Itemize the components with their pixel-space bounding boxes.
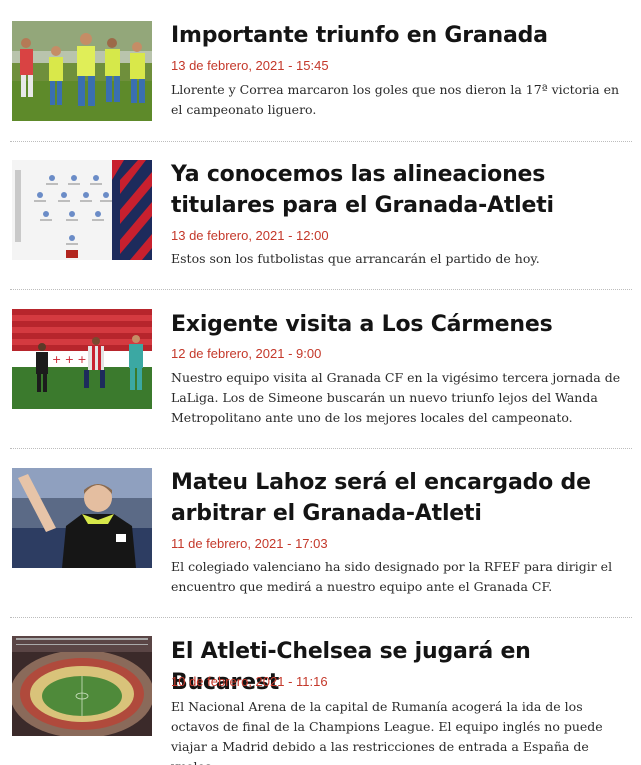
- separator: [10, 289, 632, 290]
- article-title[interactable]: Ya conocemos las alineaciones titulares …: [171, 159, 621, 221]
- article-thumbnail[interactable]: [12, 636, 152, 736]
- article-title[interactable]: Mateu Lahoz será el encargado de arbitra…: [171, 467, 621, 529]
- article-date: 11 de febrero, 2021 - 17:03: [171, 536, 328, 551]
- article-excerpt: Llorente y Correa marcaron los goles que…: [171, 82, 620, 117]
- separator: [10, 617, 632, 618]
- separator: [10, 448, 632, 449]
- separator: [10, 141, 632, 142]
- article-thumbnail[interactable]: [12, 468, 152, 568]
- article-title[interactable]: Exigente visita a Los Cármenes: [171, 309, 621, 340]
- referee-image: [12, 468, 152, 568]
- article-excerpt: El Nacional Arena de la capital de Ruman…: [171, 699, 603, 765]
- article-date: 10 de febrero, 2021 - 11:16: [171, 674, 328, 689]
- article-title[interactable]: Importante triunfo en Granada: [171, 20, 621, 51]
- article-thumbnail[interactable]: + + + +: [12, 309, 152, 409]
- article-thumbnail[interactable]: [12, 160, 152, 260]
- article-excerpt: El colegiado valenciano ha sido designad…: [171, 559, 613, 594]
- lineup-graphic-image: [12, 160, 152, 260]
- article-thumbnail[interactable]: [12, 21, 152, 121]
- match-action-image: + + + +: [12, 309, 152, 409]
- players-celebrating-image: [12, 21, 152, 121]
- article-date: 12 de febrero, 2021 - 9:00: [171, 346, 322, 361]
- stadium-image: [12, 636, 152, 736]
- article-excerpt: Nuestro equipo visita al Granada CF en l…: [171, 370, 621, 425]
- article-excerpt: Estos son los futbolistas que arrancarán…: [171, 251, 540, 266]
- article-date: 13 de febrero, 2021 - 15:45: [171, 58, 329, 73]
- article-date: 13 de febrero, 2021 - 12:00: [171, 228, 329, 243]
